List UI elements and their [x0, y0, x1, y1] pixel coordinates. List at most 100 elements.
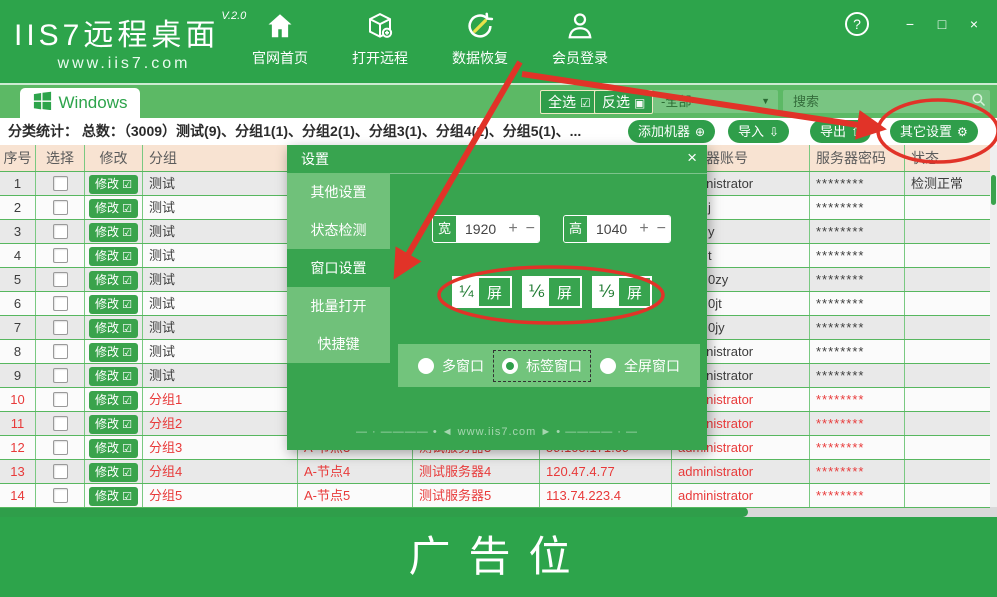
screen-split-button-1[interactable]: ¼屏 — [452, 276, 512, 308]
modify-button[interactable]: 修改☑ — [89, 175, 138, 194]
row-checkbox[interactable] — [53, 440, 68, 455]
modify-check-icon: ☑ — [122, 443, 132, 455]
modify-button[interactable]: 修改☑ — [89, 439, 138, 458]
import-button[interactable]: 导入⇩ — [728, 120, 789, 143]
modify-button[interactable]: 修改☑ — [89, 367, 138, 386]
row-modify-cell: 修改☑ — [85, 292, 143, 315]
row-modify-cell: 修改☑ — [85, 460, 143, 483]
vertical-scrollbar-thumb[interactable] — [991, 175, 996, 205]
category-statistics: 分类统计： 总数：（3009）测试(9)、分组1(1)、分组2(1)、分组3(1… — [8, 118, 581, 145]
row-checkbox[interactable] — [53, 272, 68, 287]
modify-button[interactable]: 修改☑ — [89, 295, 138, 314]
row-group: 测试 — [143, 220, 298, 243]
height-minus-button[interactable]: − — [653, 216, 670, 242]
group-filter-dropdown[interactable]: -全部-▼ — [653, 90, 778, 113]
width-value[interactable]: 1920 — [457, 221, 504, 237]
row-group: 分组5 — [143, 484, 298, 507]
select-all-icon: ☑ — [580, 96, 591, 110]
row-checkbox[interactable] — [53, 224, 68, 239]
row-checkbox[interactable] — [53, 248, 68, 263]
row-status — [905, 316, 990, 339]
row-select-cell — [36, 388, 85, 411]
stats-bar: 分类统计： 总数：（3009）测试(9)、分组1(1)、分组2(1)、分组3(1… — [0, 118, 997, 145]
row-checkbox[interactable] — [53, 464, 68, 479]
tab-windows[interactable]: Windows — [20, 88, 140, 118]
row-modify-cell: 修改☑ — [85, 436, 143, 459]
row-password: ******** — [810, 388, 905, 411]
windows-logo-icon — [33, 91, 52, 115]
help-icon[interactable]: ? — [845, 12, 869, 36]
horizontal-scrollbar[interactable] — [0, 507, 997, 517]
row-checkbox[interactable] — [53, 320, 68, 335]
modify-button[interactable]: 修改☑ — [89, 223, 138, 242]
dialog-sidebar-item-快捷键[interactable]: 快捷键 — [287, 325, 390, 363]
radio-标签窗口[interactable]: 标签窗口 — [494, 351, 590, 381]
invert-selection-button[interactable]: 反选▣ — [594, 90, 653, 114]
search-input[interactable] — [791, 93, 971, 110]
download-icon: ⇩ — [769, 125, 779, 139]
modify-check-icon: ☑ — [122, 323, 132, 335]
other-settings-button[interactable]: 其它设置⚙ — [890, 120, 978, 143]
modify-button[interactable]: 修改☑ — [89, 319, 138, 338]
vertical-scrollbar[interactable] — [990, 145, 997, 508]
row-checkbox[interactable] — [53, 368, 68, 383]
row-status — [905, 244, 990, 267]
app-window: IIS7远程桌面V.2.0 www.iis7.com 官网首页打开远程数据恢复会… — [0, 0, 997, 597]
row-group: 测试 — [143, 196, 298, 219]
nav-item-会员登录[interactable]: 会员登录 — [530, 8, 630, 68]
row-checkbox[interactable] — [53, 488, 68, 503]
row-password: ******** — [810, 460, 905, 483]
radio-多窗口[interactable]: 多窗口 — [410, 351, 492, 381]
add-machine-button[interactable]: 添加机器⊕ — [628, 120, 715, 143]
width-plus-button[interactable]: + — [504, 216, 521, 242]
modify-button[interactable]: 修改☑ — [89, 415, 138, 434]
select-all-button[interactable]: 全选☑ — [540, 90, 599, 114]
horizontal-scrollbar-thumb[interactable] — [0, 507, 748, 517]
height-value[interactable]: 1040 — [588, 221, 635, 237]
dialog-sidebar-item-其他设置[interactable]: 其他设置 — [287, 173, 390, 211]
dialog-close-icon[interactable]: × — [687, 148, 697, 168]
modify-button[interactable]: 修改☑ — [89, 199, 138, 218]
row-select-cell — [36, 340, 85, 363]
row-checkbox[interactable] — [53, 200, 68, 215]
nav-item-打开远程[interactable]: 打开远程 — [330, 8, 430, 68]
row-number: 14 — [0, 484, 36, 507]
row-group: 测试 — [143, 340, 298, 363]
row-select-cell — [36, 172, 85, 195]
maximize-button[interactable]: □ — [929, 16, 955, 32]
modify-button[interactable]: 修改☑ — [89, 487, 138, 506]
nav-item-官网首页[interactable]: 官网首页 — [230, 8, 330, 68]
row-status — [905, 340, 990, 363]
row-checkbox[interactable] — [53, 296, 68, 311]
row-status — [905, 388, 990, 411]
radio-全屏窗口[interactable]: 全屏窗口 — [592, 351, 688, 381]
upload-icon: ⇧ — [851, 125, 861, 139]
row-checkbox[interactable] — [53, 416, 68, 431]
row-checkbox[interactable] — [53, 344, 68, 359]
modify-button[interactable]: 修改☑ — [89, 343, 138, 362]
screen-split-button-3[interactable]: ⅑屏 — [592, 276, 652, 308]
member-icon — [530, 8, 630, 44]
dialog-sidebar: 其他设置状态检测窗口设置批量打开快捷键 — [287, 173, 390, 363]
nav-item-数据恢复[interactable]: 数据恢复 — [430, 8, 530, 68]
close-button[interactable]: × — [961, 16, 987, 32]
split-fraction: ⅑ — [594, 278, 619, 306]
row-select-cell — [36, 196, 85, 219]
modify-button[interactable]: 修改☑ — [89, 463, 138, 482]
row-group: 测试 — [143, 244, 298, 267]
export-button[interactable]: 导出⇧ — [810, 120, 871, 143]
row-checkbox[interactable] — [53, 392, 68, 407]
row-modify-cell: 修改☑ — [85, 388, 143, 411]
modify-button[interactable]: 修改☑ — [89, 247, 138, 266]
row-checkbox[interactable] — [53, 176, 68, 191]
minimize-button[interactable]: − — [897, 16, 923, 32]
modify-button[interactable]: 修改☑ — [89, 271, 138, 290]
tab-bar: Windows 全选☑ 反选▣ -全部-▼ — [0, 85, 997, 118]
search-box[interactable] — [783, 90, 990, 113]
modify-button[interactable]: 修改☑ — [89, 391, 138, 410]
screen-split-button-2[interactable]: ⅙屏 — [522, 276, 582, 308]
row-select-cell — [36, 292, 85, 315]
height-plus-button[interactable]: + — [635, 216, 652, 242]
ad-banner: 广告位 — [0, 517, 997, 597]
width-minus-button[interactable]: − — [522, 216, 539, 242]
